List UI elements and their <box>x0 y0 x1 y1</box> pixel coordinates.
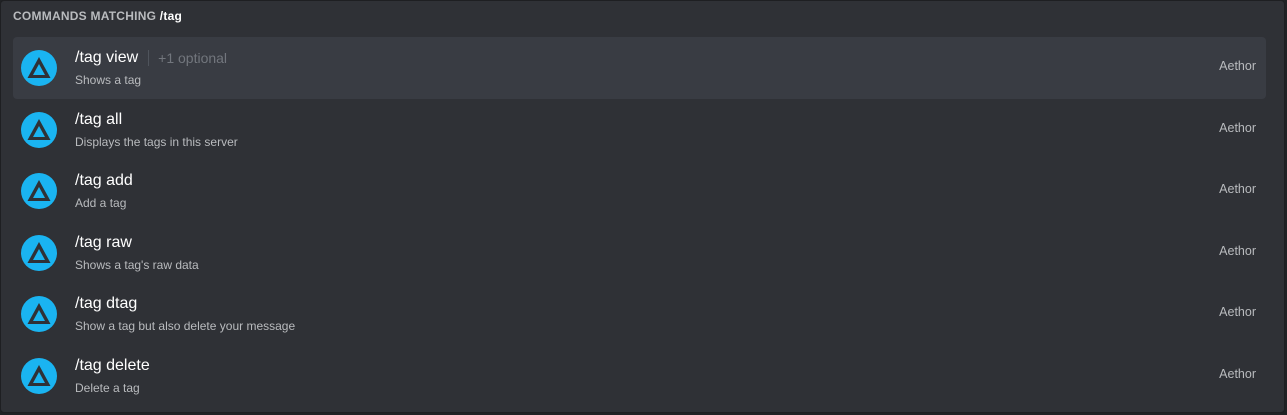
aethor-avatar-icon <box>21 111 57 148</box>
command-name: /tag add <box>75 172 133 190</box>
commands-header: COMMANDS MATCHING /tag <box>13 9 182 25</box>
command-source: Aethor <box>1219 120 1256 135</box>
command-item-tag-raw[interactable]: /tag raw Shows a tag's raw data Aethor <box>13 222 1266 284</box>
command-description: Displays the tags in this server <box>75 134 238 149</box>
commands-header-label: COMMANDS MATCHING <box>13 9 157 23</box>
optional-params-badge: +1 optional <box>148 50 227 66</box>
command-item-tag-add[interactable]: /tag add Add a tag Aethor <box>13 160 1266 222</box>
command-name-line: /tag add <box>75 170 133 192</box>
command-name: /tag dtag <box>75 295 138 313</box>
command-name-line: /tag raw <box>75 232 132 254</box>
command-item-tag-dtag[interactable]: /tag dtag Show a tag but also delete you… <box>13 283 1266 345</box>
command-description: Shows a tag's raw data <box>75 257 199 272</box>
command-description: Shows a tag <box>75 73 142 87</box>
command-name: /tag view <box>75 49 139 66</box>
commands-header-query: /tag <box>159 9 183 23</box>
command-item-tag-view[interactable]: /tag view +1 optional Shows a tag Aethor <box>13 37 1266 99</box>
command-name: /tag all <box>75 110 123 128</box>
command-name-line: /tag all <box>75 109 122 131</box>
aethor-avatar-icon <box>21 173 57 210</box>
command-source: Aethor <box>1219 243 1256 258</box>
aethor-avatar-icon <box>21 50 57 86</box>
aethor-avatar-icon <box>21 234 57 271</box>
command-item-tag-delete[interactable]: /tag delete Delete a tag Aethor <box>13 345 1266 407</box>
command-source: Aethor <box>1219 59 1256 73</box>
command-name-line: /tag dtag <box>75 293 137 315</box>
command-name-line: /tag delete <box>75 355 150 377</box>
command-description: Show a tag but also delete your message <box>75 319 296 334</box>
command-list: /tag view +1 optional Shows a tag Aethor… <box>13 37 1266 407</box>
command-source: Aethor <box>1219 366 1256 381</box>
command-item-tag-all[interactable]: /tag all Displays the tags in this serve… <box>13 99 1266 161</box>
command-source: Aethor <box>1219 305 1256 320</box>
aethor-avatar-icon <box>21 357 57 394</box>
command-autocomplete-panel: COMMANDS MATCHING /tag /tag view +1 opti… <box>0 0 1285 413</box>
command-source: Aethor <box>1219 182 1256 197</box>
command-name: /tag raw <box>75 233 132 251</box>
command-description: Delete a tag <box>75 380 140 395</box>
command-name: /tag delete <box>75 356 150 374</box>
aethor-avatar-icon <box>21 296 57 333</box>
command-name-line: /tag view +1 optional <box>75 47 227 69</box>
command-description: Add a tag <box>75 196 127 211</box>
